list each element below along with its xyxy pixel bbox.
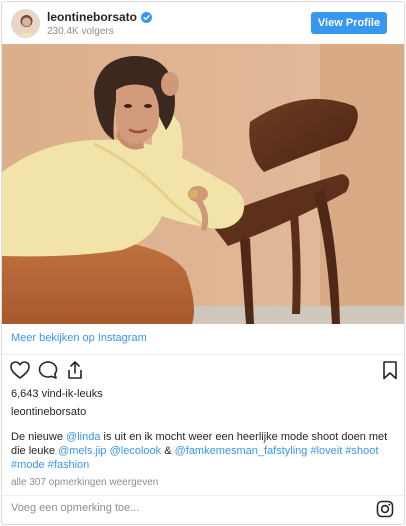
username-row: leontineborsato	[47, 10, 153, 24]
view-profile-button[interactable]: View Profile	[311, 12, 387, 34]
followers-count: 230.4K volgers	[47, 26, 114, 37]
hashtag-link[interactable]: #fashion	[48, 459, 90, 471]
mention-link[interactable]: @mels.jip	[58, 445, 106, 457]
hashtag-link[interactable]: #mode	[11, 459, 45, 471]
user-info: leontineborsato 230.4K volgers	[47, 10, 153, 37]
instagram-icon[interactable]	[376, 500, 394, 518]
mention-link[interactable]: @linda	[66, 431, 100, 443]
likes-count[interactable]: 6,643 vind-ik-leuks	[11, 388, 103, 400]
share-icon[interactable]	[64, 359, 86, 381]
comment-icon[interactable]	[37, 359, 59, 381]
divider	[2, 495, 404, 496]
comment-input[interactable]: Voeg een opmerking toe...	[11, 502, 341, 514]
hashtag-link[interactable]: #loveit	[310, 445, 342, 457]
action-bar	[2, 359, 404, 385]
caption-text: &	[161, 445, 175, 457]
post-photo[interactable]	[2, 44, 404, 324]
verified-badge-icon	[141, 11, 153, 23]
view-all-comments-link[interactable]: alle 307 opmerkingen weergeven	[11, 477, 158, 488]
view-more-on-instagram-link[interactable]: Meer bekijken op Instagram	[11, 332, 147, 344]
divider	[2, 354, 404, 355]
post-caption: De nieuwe @linda is uit en ik mocht weer…	[11, 430, 397, 472]
bookmark-icon[interactable]	[379, 359, 401, 381]
profile-avatar[interactable]	[11, 9, 40, 38]
heart-icon[interactable]	[9, 359, 31, 381]
instagram-embed-card: leontineborsato 230.4K volgers View Prof…	[1, 1, 405, 525]
post-owner-username[interactable]: leontineborsato	[11, 406, 86, 418]
caption-text: De nieuwe	[11, 431, 67, 443]
username-link[interactable]: leontineborsato	[47, 10, 137, 24]
post-header: leontineborsato 230.4K volgers View Prof…	[2, 2, 404, 44]
hashtag-link[interactable]: #shoot	[345, 445, 378, 457]
mention-link[interactable]: @lecolook	[110, 445, 162, 457]
mention-link[interactable]: @famkemesman_fafstyling	[175, 445, 308, 457]
